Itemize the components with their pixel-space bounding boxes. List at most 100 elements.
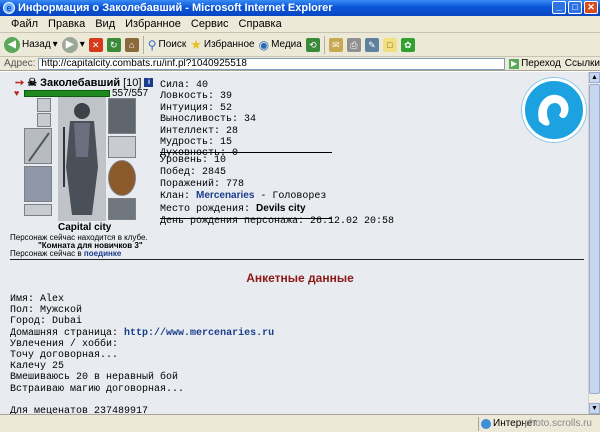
character-level: [10] <box>123 76 142 89</box>
vertical-scrollbar[interactable]: ▲ ▼ <box>588 72 600 414</box>
watermark: photo.scrolls.ru <box>524 418 592 429</box>
stat-row: Мудрость: 15 <box>160 137 233 149</box>
clan-link[interactable]: Mercenaries <box>196 190 254 201</box>
clan-emblem <box>522 78 586 142</box>
stat-row: Выносливость: 34 <box>160 114 257 126</box>
anket-sex: Пол: Мужской <box>10 305 83 317</box>
menu-file[interactable]: Файл <box>6 16 43 32</box>
heart-icon: ♥ <box>14 88 20 98</box>
hp-bar <box>24 90 110 97</box>
toolbar-separator <box>142 35 144 54</box>
links-button[interactable]: Ссылки <box>565 58 600 69</box>
anket-line: Калечу 25 <box>10 361 65 373</box>
stat-row: Сила: 40 <box>160 80 209 91</box>
back-arrow-icon: ◀ <box>4 36 20 53</box>
toolbar-separator <box>323 35 325 54</box>
refresh-icon[interactable]: ↻ <box>106 37 121 52</box>
duel-note: Персонаж сейчас в поединке <box>10 249 122 258</box>
clan-row: Клан: Mercenaries - Головорез <box>160 190 327 203</box>
anket-line: Встраиваю магию договорная... <box>10 383 185 395</box>
search-icon: ⚲ <box>147 37 157 52</box>
equip-slot-earring[interactable] <box>37 98 51 112</box>
menu-edit[interactable]: Правка <box>43 16 90 32</box>
ie-logo-icon: e <box>3 2 15 14</box>
anket-name: Имя: Alex <box>10 294 65 305</box>
record-list: Уровень: 10 Побед: 2845 Поражений: 778 К… <box>160 155 394 228</box>
address-label: Адрес: <box>4 58 36 69</box>
equip-slot-amulet[interactable] <box>37 113 51 127</box>
anket-homepage: Домашняя страница: http://www.mercenarie… <box>10 327 275 339</box>
stat-row: Интуиция: 52 <box>160 102 233 114</box>
minimize-button[interactable]: _ <box>552 1 566 14</box>
globe-icon <box>481 419 491 429</box>
address-input[interactable] <box>38 57 506 70</box>
menu-favorites[interactable]: Избранное <box>120 16 186 32</box>
status-bar: Интернет <box>0 414 600 432</box>
address-bar: Адрес: ▶ Переход Ссылки <box>0 57 600 71</box>
search-button[interactable]: ⚲ Поиск <box>148 38 187 52</box>
menu-view[interactable]: Вид <box>90 16 120 32</box>
level-row: Уровень: 10 <box>160 155 227 166</box>
media-button[interactable]: ◉ Медиа <box>259 38 302 52</box>
favorites-button[interactable]: ★ Избранное <box>190 37 254 53</box>
equip-slot-boots[interactable] <box>108 198 136 220</box>
anket-line: Точу договорная... <box>10 350 119 362</box>
divider <box>160 152 332 153</box>
star-icon: ★ <box>190 36 202 52</box>
anket-title: Анкетные данные <box>246 271 354 285</box>
character-avatar <box>58 97 106 221</box>
stats-list: Сила: 40 Ловкость: 39 Интуиция: 52 Вынос… <box>160 80 256 160</box>
maximize-button[interactable]: □ <box>568 1 582 14</box>
messenger-icon[interactable]: ✿ <box>400 37 415 52</box>
stop-icon[interactable]: ✕ <box>88 37 103 52</box>
stat-row: Ловкость: 39 <box>160 91 233 103</box>
print-icon[interactable]: ⎙ <box>346 37 361 52</box>
equip-slot-weapon[interactable] <box>24 128 52 164</box>
equip-slot-shield[interactable] <box>108 160 136 196</box>
title-bar: e Информация о Заколебавший - Microsoft … <box>0 0 600 16</box>
forward-button[interactable]: ▶ ▾ <box>61 36 85 53</box>
scroll-up-icon[interactable]: ▲ <box>589 72 600 83</box>
go-button[interactable]: ▶ Переход <box>509 58 561 69</box>
clan-icon: ☠ <box>27 77 38 89</box>
window-title: Информация о Заколебавший - Microsoft In… <box>18 2 333 14</box>
duel-link[interactable]: поединке <box>84 249 121 258</box>
close-button[interactable]: ✕ <box>584 1 598 14</box>
info-icon[interactable]: i <box>144 78 154 87</box>
toolbar: ◀ Назад ▾ ▶ ▾ ✕ ↻ ⌂ ⚲ Поиск ★ Избранное ◉ … <box>0 33 600 57</box>
city-name: Capital city <box>58 222 112 233</box>
sword-icon <box>28 132 50 162</box>
back-button[interactable]: ◀ Назад ▾ <box>4 36 58 53</box>
history-icon[interactable]: ⟲ <box>305 37 320 52</box>
home-icon[interactable]: ⌂ <box>124 37 139 52</box>
equip-slot-helmet[interactable] <box>108 98 136 134</box>
discuss-icon[interactable]: □ <box>382 37 397 52</box>
anket-city: Город: Dubai <box>10 316 83 328</box>
edit-icon[interactable]: ✎ <box>364 37 379 52</box>
equip-slot-belt[interactable] <box>24 204 52 216</box>
equip-slot-bracers[interactable] <box>108 136 136 158</box>
forward-arrow-icon: ▶ <box>61 36 78 53</box>
scroll-down-icon[interactable]: ▼ <box>589 403 600 414</box>
divider <box>160 218 332 219</box>
menu-tools[interactable]: Сервис <box>186 16 234 32</box>
section-divider <box>10 259 584 260</box>
menu-help[interactable]: Справка <box>234 16 287 32</box>
equip-slot-armor[interactable] <box>24 166 52 202</box>
anket-body: Имя: Alex Пол: Мужской Город: Dubai Дома… <box>10 294 274 417</box>
mail-icon[interactable]: ✉ <box>328 37 343 52</box>
menu-bar: Файл Правка Вид Избранное Сервис Справка <box>0 16 600 33</box>
go-arrow-icon: ▶ <box>509 58 520 69</box>
losses-row: Поражений: 778 <box>160 178 245 190</box>
anket-hobby-label: Увлечения / хобби: <box>10 338 119 350</box>
homepage-link[interactable]: http://www.mercenaries.ru <box>124 328 274 339</box>
ghost-logo-icon <box>538 94 569 126</box>
stat-row: Интеллект: 28 <box>160 125 239 137</box>
anket-line: Вмешиваюсь 20 в неравный бой <box>10 372 179 384</box>
scroll-thumb[interactable] <box>589 84 600 394</box>
media-icon: ◉ <box>258 37 270 52</box>
wins-row: Побед: 2845 <box>160 166 227 178</box>
character-name: Заколебавший <box>40 76 121 89</box>
birthplace-row: Место рождения: Devils city <box>160 203 306 216</box>
